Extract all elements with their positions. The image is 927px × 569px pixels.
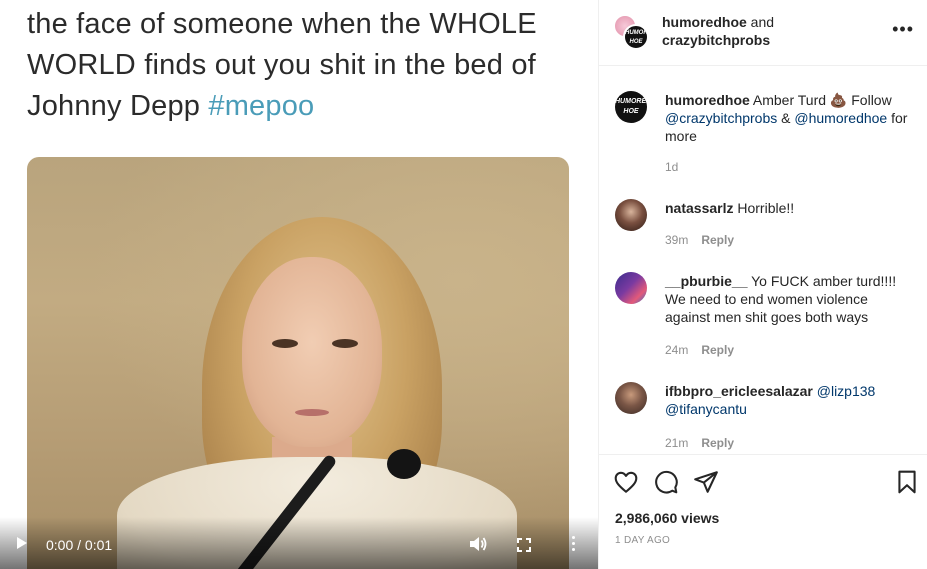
bookmark-icon[interactable]	[894, 469, 920, 495]
comment-username[interactable]: ifbbpro_ericleesalazar	[665, 383, 813, 399]
video-person-eye	[272, 339, 298, 348]
avatar[interactable]	[615, 382, 647, 414]
video-microphone-head	[387, 449, 421, 479]
comment-text-part: Amber Turd 💩 Follow	[749, 92, 892, 108]
comment-text: humoredhoe Amber Turd 💩 Follow @crazybit…	[665, 91, 910, 145]
video-player[interactable]	[27, 157, 569, 569]
header-usernames: humoredhoe and crazybitchprobs	[662, 13, 774, 49]
header-user-link[interactable]: humoredhoe	[662, 14, 747, 30]
video-person-face	[242, 257, 382, 447]
comment-text: ifbbpro_ericleesalazar @lizp138 @tifanyca…	[665, 382, 910, 418]
post-caption: HUMORED HOE humoredhoe Amber Turd 💩 Foll…	[615, 91, 915, 181]
more-vertical-icon[interactable]	[570, 536, 576, 554]
comment-username[interactable]: natassarlz	[665, 200, 733, 216]
post-sidebar: HUMORED HOE humoredhoe and crazybitchpro…	[598, 0, 927, 569]
comments-list: HUMORED HOE humoredhoe Amber Turd 💩 Foll…	[599, 66, 927, 454]
video-time: 0:00 / 0:01	[46, 537, 113, 553]
comment-username[interactable]: humoredhoe	[665, 92, 750, 108]
comment-item: ifbbpro_ericleesalazar @lizp138 @tifanyca…	[615, 382, 915, 452]
mention-link[interactable]: @humoredhoe	[794, 110, 887, 126]
avatar-logo-text: HUMORED HOE	[625, 30, 648, 45]
reply-button[interactable]: Reply	[701, 343, 734, 357]
video-person-mouth	[295, 409, 329, 416]
post-media: the face of someone when the WHOLE WORLD…	[0, 0, 598, 569]
comment-text: __pburbie__ Yo FUCK amber turd!!!! We ne…	[665, 272, 910, 326]
mention-link[interactable]: @tifanycantu	[665, 401, 747, 417]
comment-text-part: &	[777, 110, 795, 126]
comment-item: natassarlz Horrible!! 39m Reply	[615, 199, 915, 249]
comment-time[interactable]: 1d	[665, 160, 678, 174]
meme-caption: the face of someone when the WHOLE WORLD…	[27, 4, 587, 127]
mention-link[interactable]: @lizp138	[813, 383, 876, 399]
comment-meta: 24m Reply	[665, 343, 734, 357]
play-icon[interactable]	[17, 537, 27, 549]
comment-meta: 39m Reply	[665, 233, 734, 247]
comment-meta: 21m Reply	[665, 436, 734, 450]
post-actions: 2,986,060 views 1 DAY AGO	[599, 454, 927, 569]
more-options-icon[interactable]: •••	[892, 20, 914, 38]
avatar-logo-text: HUMORED HOE	[615, 98, 647, 115]
meme-hashtag: #mepoo	[208, 90, 315, 122]
share-icon[interactable]	[693, 469, 719, 495]
comment-content: Horrible!!	[733, 200, 795, 216]
header-user-link[interactable]: crazybitchprobs	[662, 32, 770, 48]
comment-item: __pburbie__ Yo FUCK amber turd!!!! We ne…	[615, 272, 915, 362]
fullscreen-icon[interactable]	[517, 538, 531, 552]
avatar[interactable]: HUMORED HOE	[615, 91, 647, 123]
avatar[interactable]	[615, 199, 647, 231]
header-avatars[interactable]: HUMORED HOE	[613, 14, 649, 50]
volume-icon[interactable]	[468, 535, 488, 553]
post-header: HUMORED HOE humoredhoe and crazybitchpro…	[599, 0, 927, 66]
avatar[interactable]	[615, 272, 647, 304]
reply-button[interactable]: Reply	[701, 233, 734, 247]
comment-time[interactable]: 21m	[665, 436, 688, 450]
reply-button[interactable]: Reply	[701, 436, 734, 450]
view-count[interactable]: 2,986,060 views	[615, 510, 719, 526]
post-date[interactable]: 1 DAY AGO	[615, 535, 670, 546]
comment-text: natassarlz Horrible!!	[665, 199, 910, 217]
avatar[interactable]: HUMORED HOE	[623, 24, 649, 50]
comment-meta: 1d	[665, 160, 678, 174]
comment-username[interactable]: __pburbie__	[665, 273, 747, 289]
video-person-eye	[332, 339, 358, 348]
heart-icon[interactable]	[613, 469, 639, 495]
header-joiner: and	[746, 14, 775, 30]
comment-icon[interactable]	[653, 469, 679, 495]
mention-link[interactable]: @crazybitchprobs	[665, 110, 777, 126]
comment-time[interactable]: 24m	[665, 343, 688, 357]
comment-time[interactable]: 39m	[665, 233, 688, 247]
